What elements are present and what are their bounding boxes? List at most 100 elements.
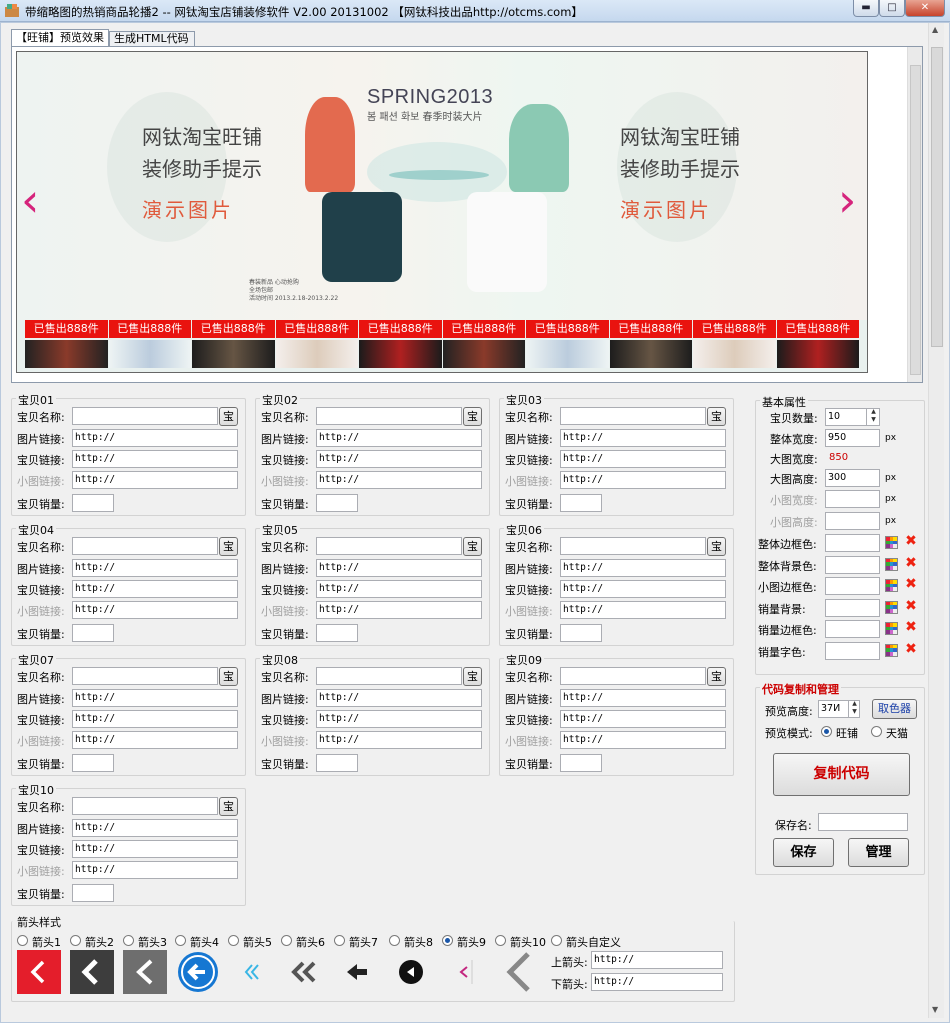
thumb-link-input[interactable]: http:// [316,731,482,749]
clear-color-icon[interactable]: ✖ [904,534,918,549]
mode-tianmao-radio[interactable] [871,726,882,737]
sales-input[interactable] [560,494,602,512]
item-name-input[interactable] [560,667,706,685]
upper-arrow-input[interactable]: http:// [591,951,723,969]
main-scrollbar[interactable]: ▲ ▼ [928,23,944,1018]
item-link-input[interactable]: http:// [560,710,726,728]
save-button[interactable]: 保存 [773,838,834,867]
sales-input[interactable] [316,754,358,772]
thumb-link-input[interactable]: http:// [560,601,726,619]
item-name-input[interactable] [72,667,218,685]
arrow-style-6-icon[interactable] [282,950,326,994]
item-name-input[interactable] [72,407,218,425]
arrow-style-1-icon[interactable] [17,950,61,994]
item-link-input[interactable]: http:// [72,450,238,468]
item-name-input[interactable] [316,667,462,685]
img-link-input[interactable]: http:// [72,689,238,707]
thumbnail[interactable] [442,340,525,368]
thumb-link-input[interactable]: http:// [72,731,238,749]
img-link-input[interactable]: http:// [316,559,482,577]
item-pick-button[interactable]: 宝 [707,667,726,686]
arrow-style-radio[interactable] [495,935,506,946]
item-pick-button[interactable]: 宝 [219,797,238,816]
palette-icon[interactable] [885,536,898,549]
palette-icon[interactable] [885,643,898,657]
thumbnail[interactable] [526,340,609,368]
preview-scrollbar[interactable] [907,47,922,382]
manage-button[interactable]: 管理 [848,838,909,867]
thumb-link-input[interactable]: http:// [72,601,238,619]
thumbwidth-input[interactable] [825,490,880,508]
img-link-input[interactable]: http:// [72,429,238,447]
thumbnail[interactable] [108,340,191,368]
minimize-button[interactable]: ▬ [853,0,879,17]
color-input[interactable] [825,534,880,552]
arrow-style-radio[interactable] [334,935,345,946]
item-link-input[interactable]: http:// [560,580,726,598]
lower-arrow-input[interactable]: http:// [591,973,723,991]
banner-prev-arrow-icon[interactable]: ‹ [21,177,39,223]
bigheight-input[interactable]: 300 [825,469,880,487]
item-link-input[interactable]: http:// [560,450,726,468]
arrow-style-9-icon[interactable] [442,950,486,994]
thumbheight-input[interactable] [825,512,880,530]
item-pick-button[interactable]: 宝 [707,537,726,556]
clear-color-icon[interactable]: ✖ [904,642,918,657]
item-link-input[interactable]: http:// [316,580,482,598]
preview-height-arrows-icon[interactable]: ▲ ▼ [848,700,860,718]
color-input[interactable] [825,577,880,595]
item-link-input[interactable]: http:// [72,840,238,858]
tab-generate-html[interactable]: 生成HTML代码 [109,31,195,47]
sales-input[interactable] [72,754,114,772]
color-input[interactable] [825,598,880,617]
sales-input[interactable] [560,754,602,772]
arrow-style-4-icon[interactable] [176,950,220,994]
item-pick-button[interactable]: 宝 [707,407,726,426]
item-link-input[interactable]: http:// [316,450,482,468]
thumb-link-input[interactable]: http:// [560,471,726,489]
arrow-style-10-icon[interactable] [496,950,540,994]
thumbnail[interactable] [25,340,108,368]
item-link-input[interactable]: http:// [316,710,482,728]
arrow-style-radio[interactable] [17,935,28,946]
mode-wangpu-radio[interactable] [821,726,832,737]
item-link-input[interactable]: http:// [72,580,238,598]
clear-color-icon[interactable]: ✖ [904,577,918,592]
thumbnail[interactable] [693,340,776,368]
arrow-style-7-icon[interactable] [335,950,379,994]
sales-input[interactable] [316,494,358,512]
img-link-input[interactable]: http:// [316,429,482,447]
thumb-link-input[interactable]: http:// [316,471,482,489]
img-link-input[interactable]: http:// [316,689,482,707]
item-pick-button[interactable]: 宝 [219,407,238,426]
clear-color-icon[interactable]: ✖ [904,599,918,614]
close-button[interactable]: ✕ [905,0,945,17]
img-link-input[interactable]: http:// [560,559,726,577]
item-name-input[interactable] [316,537,462,555]
img-link-input[interactable]: http:// [72,559,238,577]
item-pick-button[interactable]: 宝 [219,537,238,556]
palette-icon[interactable] [885,600,898,614]
arrow-style-8-icon[interactable] [389,950,433,994]
item-pick-button[interactable]: 宝 [463,407,482,426]
item-link-input[interactable]: http:// [72,710,238,728]
arrow-style-radio[interactable] [123,935,134,946]
arrow-style-radio[interactable] [70,935,81,946]
tab-preview[interactable]: 【旺铺】预览效果 [11,29,109,47]
sales-input[interactable] [72,494,114,512]
thumbnail[interactable] [609,340,692,368]
sales-input[interactable] [560,624,602,642]
palette-icon[interactable] [885,622,898,635]
clear-color-icon[interactable]: ✖ [904,556,918,571]
thumb-link-input[interactable]: http:// [316,601,482,619]
item-name-input[interactable] [560,407,706,425]
img-link-input[interactable]: http:// [560,429,726,447]
banner-next-arrow-icon[interactable]: › [838,177,856,223]
arrow-style-radio[interactable] [175,935,186,946]
thumbnail[interactable] [776,340,859,368]
arrow-style-5-icon[interactable] [229,950,273,994]
img-link-input[interactable]: http:// [560,689,726,707]
img-link-input[interactable]: http:// [72,819,238,837]
item-pick-button[interactable]: 宝 [463,667,482,686]
color-picker-button[interactable]: 取色器 [872,699,917,719]
